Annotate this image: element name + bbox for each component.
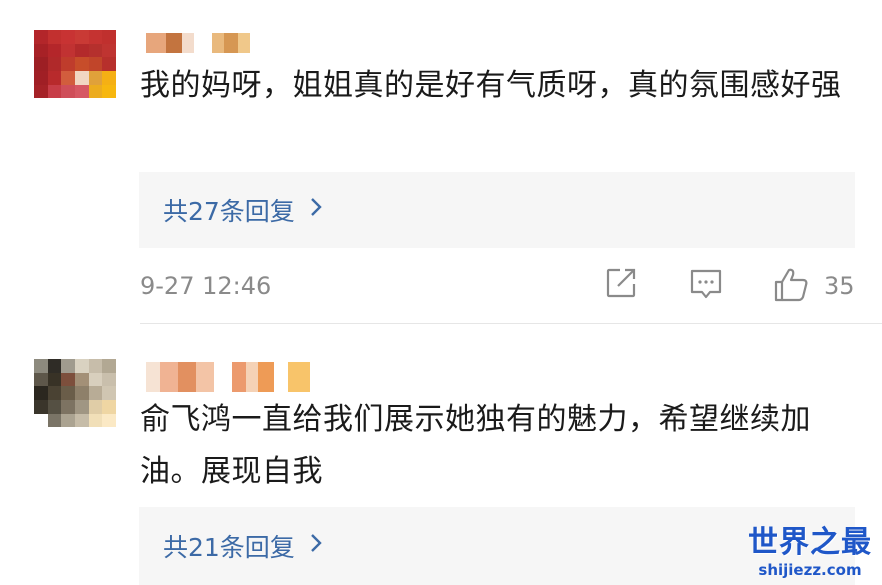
- thumbs-up-icon[interactable]: [772, 266, 810, 308]
- avatar[interactable]: [34, 359, 116, 441]
- reply-count-label: 共21条回复: [163, 533, 295, 562]
- comment-text: 俞飞鸿一直给我们展示她独有的魅力，希望继续加油。展现自我: [140, 402, 811, 489]
- reply-count-label: 共27条回复: [163, 197, 295, 226]
- view-replies-link[interactable]: 共21条回复: [163, 507, 323, 585]
- comment-text: 我的妈呀，姐姐真的是好有气质呀，真的氛围感好强: [140, 68, 842, 103]
- site-watermark: 世界之最 shijiezz.com: [748, 525, 872, 579]
- view-replies-link[interactable]: 共27条回复: [163, 172, 323, 248]
- username-redacted[interactable]: [146, 33, 250, 53]
- comment-meta: 9-27 12:46 35: [140, 266, 856, 306]
- chevron-right-icon: [309, 531, 323, 561]
- chevron-right-icon: [309, 195, 323, 225]
- comment-icon[interactable]: [688, 266, 724, 306]
- watermark-url: shijiezz.com: [758, 561, 862, 579]
- username-redacted[interactable]: [146, 362, 310, 392]
- divider: [140, 323, 882, 324]
- like-count: 35: [824, 272, 855, 300]
- timestamp: 9-27 12:46: [140, 272, 272, 300]
- reply-panel: 共27条回复: [139, 172, 855, 248]
- share-icon[interactable]: [604, 266, 638, 304]
- watermark-title: 世界之最: [748, 525, 872, 560]
- avatar[interactable]: [34, 30, 116, 112]
